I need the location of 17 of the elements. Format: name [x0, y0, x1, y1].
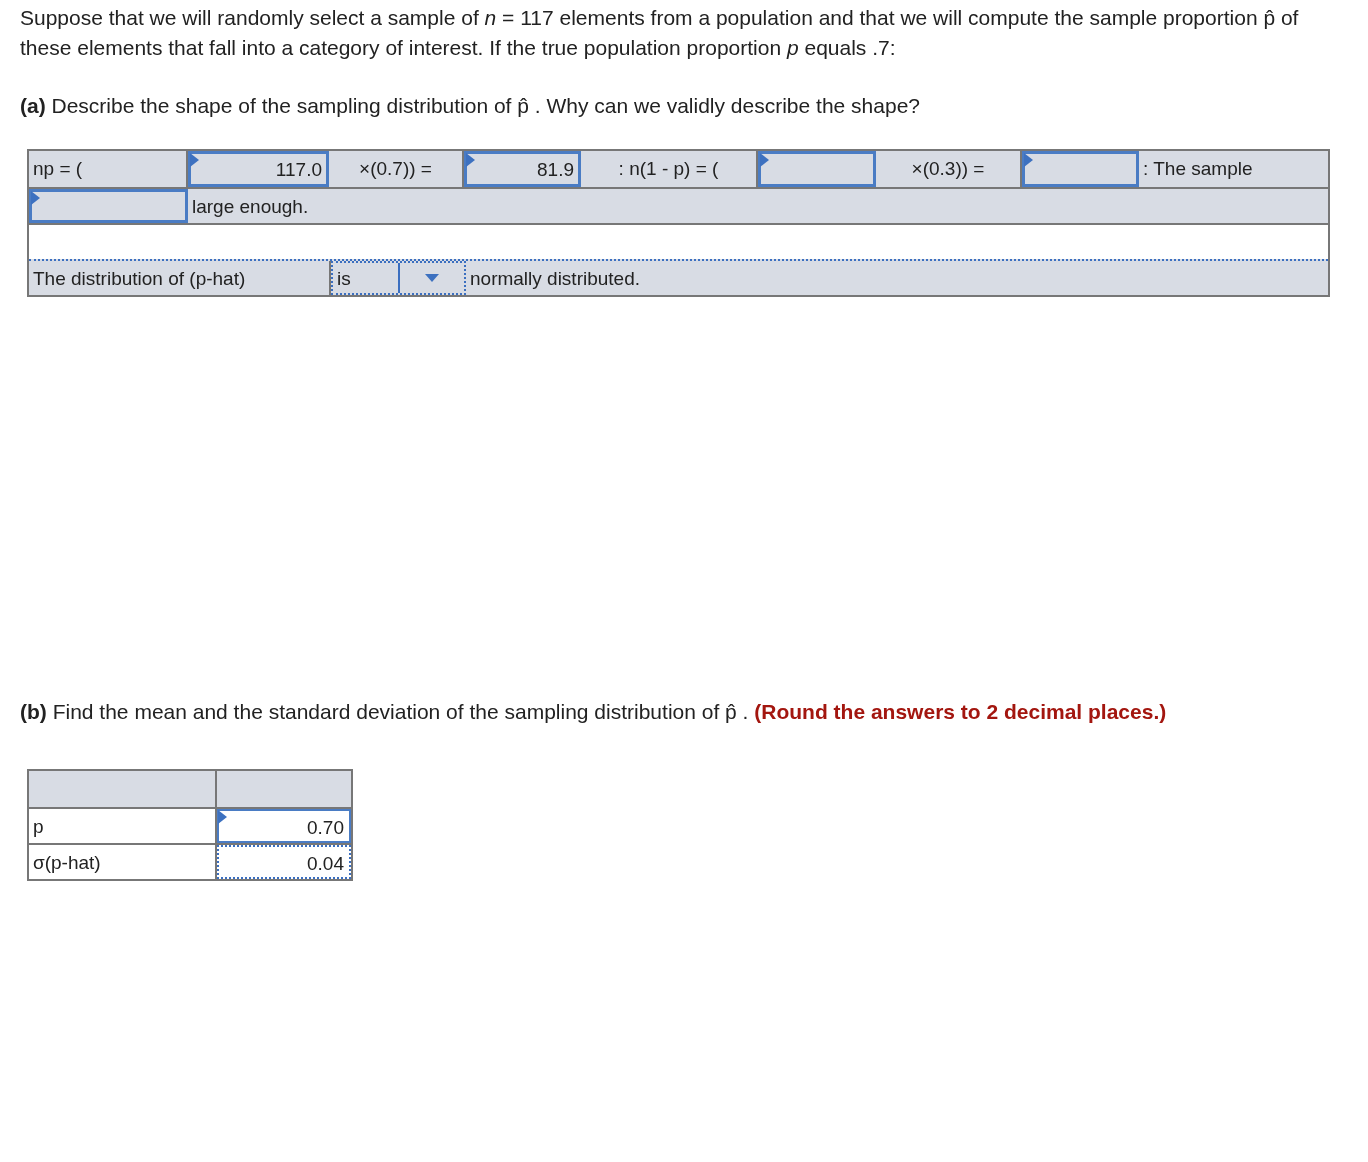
answer-field[interactable] [1022, 151, 1139, 187]
question-text: (a) Describe the shape of the sampling distribution of p̂ . Why can we validly describe the shape? [20, 93, 921, 119]
answer-field[interactable] [758, 151, 876, 187]
table-cell: σ(p-hat) [29, 845, 217, 879]
question-text: (b) Find the mean and the standard deviation of the sampling distribution of p̂ . (Round the answers to 2 decimal places.) [20, 699, 1168, 725]
answer-field[interactable]: 117.0 [188, 151, 329, 187]
table-cell-text: : The sample [1142, 157, 1254, 181]
answer-field[interactable] [29, 189, 188, 223]
dropdown[interactable]: is [331, 261, 466, 295]
table-cell-text: large enough. [191, 195, 310, 219]
table-cell: The distribution of (p-hat) [29, 261, 331, 295]
answer-field[interactable]: 0.04 [217, 845, 351, 879]
answer-field[interactable]: 0.70 [217, 809, 351, 843]
caret-icon [424, 274, 439, 282]
answer-field[interactable]: 81.9 [464, 151, 581, 187]
table-cell-text: normally distributed. [469, 267, 642, 291]
question-text: Suppose that we will randomly select a sample of n = 117 elements from a population and that we will compute the sample proportion p̂ of these elements that fall into a category of interest. If the true population proportion p equals .7: [20, 5, 1300, 61]
